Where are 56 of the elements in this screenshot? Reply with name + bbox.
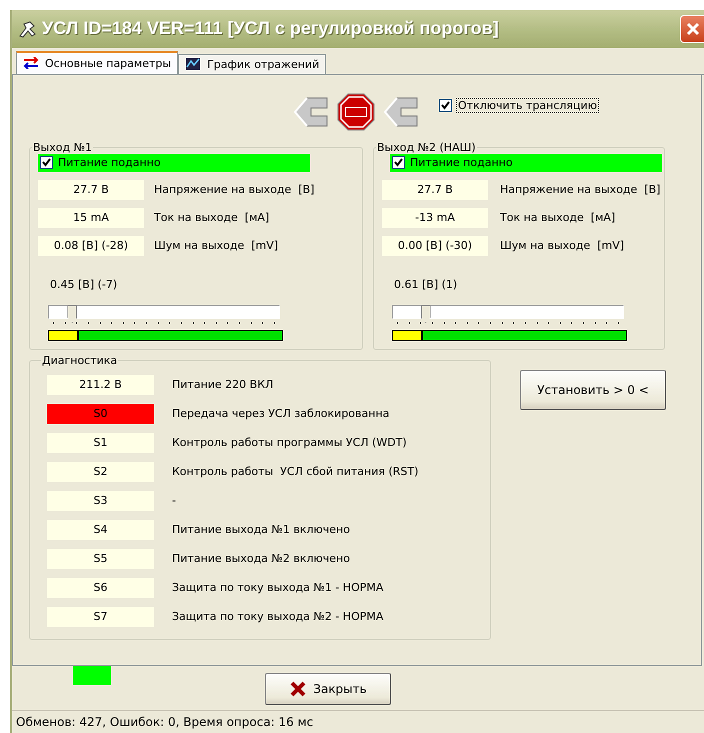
diagnostic-label: - bbox=[172, 494, 176, 508]
checkbox-label: Отключить трансляцию bbox=[456, 98, 599, 114]
slider-thumb[interactable] bbox=[67, 304, 78, 323]
reading-label: Шум на выходе [mV] bbox=[500, 239, 624, 252]
set-zero-button[interactable]: Установить > 0 < bbox=[520, 370, 666, 410]
reading-label: Напряжение на выходе [В] bbox=[500, 183, 660, 196]
diagnostic-label: Питание выхода №2 включено bbox=[172, 552, 350, 566]
value-field: S3 bbox=[47, 490, 154, 511]
diagnostic-label: Контроль работы УСЛ сбой питания (RST) bbox=[172, 465, 418, 478]
status-bar: Обменов: 427, Ошибок: 0, Время опроса: 16 мс bbox=[12, 710, 704, 733]
value-field: S2 bbox=[47, 462, 154, 482]
tab[interactable]: Основные параметры bbox=[16, 50, 178, 74]
value-field: 0.00 [В] (-30) bbox=[382, 236, 488, 256]
value-field: 27.7 В bbox=[38, 180, 144, 200]
value-field: 15 mA bbox=[38, 208, 144, 228]
chart-icon bbox=[185, 57, 202, 72]
checkbox[interactable] bbox=[439, 99, 452, 112]
diagnostic-label: Питание выхода №1 включено bbox=[172, 523, 350, 536]
status-indicator bbox=[73, 666, 111, 686]
app-icon bbox=[18, 20, 38, 38]
threshold-value: 0.45 [В] (-7) bbox=[50, 278, 118, 292]
cross-icon bbox=[289, 680, 308, 698]
checkbox-label: Питание поданно bbox=[410, 156, 513, 170]
group-title: Выход №1 bbox=[32, 140, 94, 154]
stop-icon[interactable] bbox=[337, 92, 375, 131]
reading-label: Ток на выходе [мА] bbox=[500, 211, 616, 224]
slider-thumb[interactable] bbox=[420, 304, 431, 323]
value-field: S6 bbox=[47, 578, 154, 598]
value-field: 27.7 В bbox=[382, 180, 488, 200]
reading-label: Ток на выходе [мА] bbox=[154, 211, 270, 224]
close-icon[interactable] bbox=[680, 14, 704, 43]
reading-label: Шум на выходе [mV] bbox=[154, 239, 278, 252]
diagnostic-label: Контроль работы программы УСЛ (WDT) bbox=[172, 436, 407, 450]
group-title: Диагностика bbox=[41, 354, 118, 367]
value-field: 0.08 [В] (-28) bbox=[38, 236, 144, 256]
value-field: S1 bbox=[47, 432, 154, 453]
close-button[interactable]: Закрыть bbox=[265, 673, 391, 706]
arrows-icon bbox=[23, 57, 39, 70]
diagnostic-label: Питание 220 ВКЛ bbox=[172, 378, 274, 392]
checkbox[interactable] bbox=[40, 156, 53, 170]
diagnostic-label: Защита по току выхода №2 - НОРМА bbox=[172, 610, 384, 624]
value-field: S4 bbox=[47, 520, 154, 540]
window-title: УСЛ ID=184 VER=111 [УСЛ с регулировкой порогов] bbox=[42, 18, 499, 40]
checkbox[interactable] bbox=[392, 156, 405, 170]
value-field: S5 bbox=[47, 548, 154, 569]
diagnostic-label: Передача через УСЛ заблокированна bbox=[172, 407, 390, 420]
group-title: Выход №2 (НАШ) bbox=[376, 140, 477, 154]
threshold-value: 0.61 [В] (1) bbox=[394, 278, 458, 292]
diagnostic-label: Защита по току выхода №1 - НОРМА bbox=[172, 581, 384, 594]
value-field: 211.2 В bbox=[47, 374, 154, 395]
value-field: S7 bbox=[47, 606, 154, 627]
value-field: -13 mA bbox=[382, 208, 488, 228]
reading-label: Напряжение на выходе [В] bbox=[154, 183, 314, 196]
checkbox-label: Питание поданно bbox=[58, 156, 161, 170]
value-field: S0 bbox=[47, 404, 154, 424]
tab[interactable]: График отражений bbox=[178, 54, 326, 74]
